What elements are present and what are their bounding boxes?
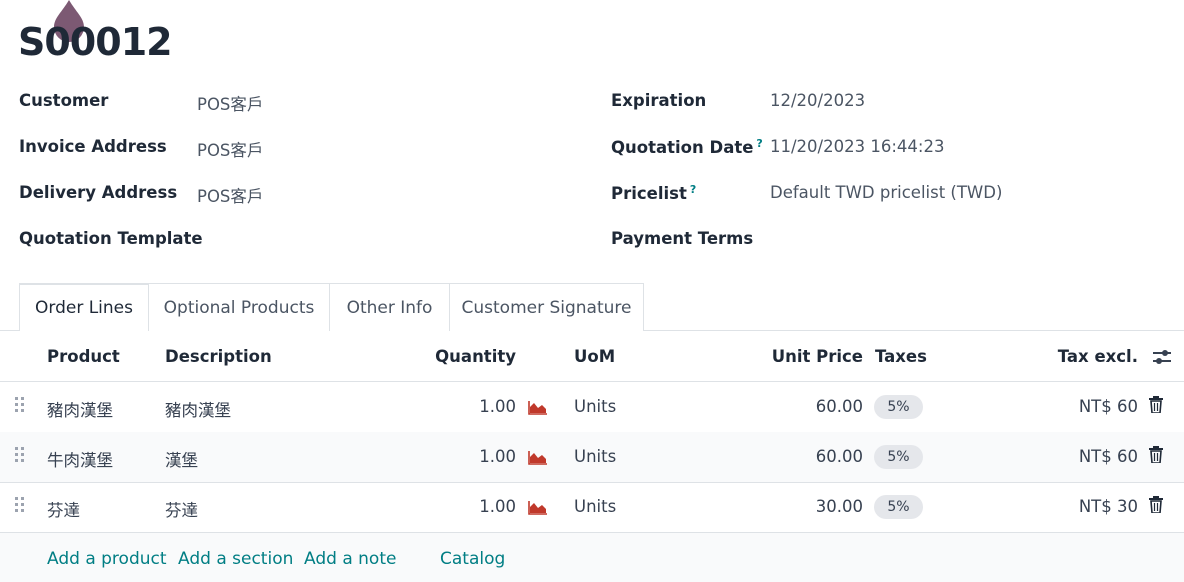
- row-uom[interactable]: Units: [574, 497, 616, 516]
- forecast-chart-icon[interactable]: [528, 400, 548, 415]
- column-taxes[interactable]: Taxes: [875, 347, 927, 366]
- row-product[interactable]: 豬肉漢堡: [47, 397, 113, 421]
- row-description[interactable]: 漢堡: [165, 447, 198, 471]
- tax-badge[interactable]: 5%: [874, 495, 923, 519]
- table-row[interactable]: 牛肉漢堡 漢堡 1.00 Units 60.00 5% NT$ 60: [0, 432, 1184, 483]
- trash-icon[interactable]: [1149, 446, 1163, 463]
- column-settings-icon[interactable]: [1152, 348, 1172, 366]
- forecast-chart-icon[interactable]: [528, 450, 548, 465]
- tab-order-lines[interactable]: Order Lines: [19, 283, 149, 332]
- drag-handle-icon[interactable]: [15, 497, 25, 513]
- row-description[interactable]: 芬達: [165, 497, 198, 521]
- customer-value[interactable]: POS客戶: [197, 91, 263, 115]
- column-product[interactable]: Product: [47, 347, 120, 366]
- column-tax-excl[interactable]: Tax excl.: [1018, 347, 1138, 366]
- column-unit-price[interactable]: Unit Price: [742, 347, 863, 366]
- pricelist-value[interactable]: Default TWD pricelist (TWD): [770, 183, 1002, 202]
- add-section-link[interactable]: Add a section: [178, 549, 293, 569]
- invoice-address-label: Invoice Address: [19, 137, 167, 156]
- customer-label: Customer: [19, 91, 109, 110]
- table-header: Product Description Quantity UoM Unit Pr…: [0, 331, 1184, 382]
- drag-handle-icon[interactable]: [15, 447, 25, 463]
- row-subtotal: NT$ 60: [1078, 447, 1138, 466]
- quotation-template-label: Quotation Template: [19, 229, 203, 248]
- drag-handle-icon[interactable]: [15, 397, 25, 413]
- tab-customer-signature[interactable]: Customer Signature: [450, 283, 644, 331]
- table-row[interactable]: 芬達 芬達 1.00 Units 30.00 5% NT$ 30: [0, 482, 1184, 533]
- row-quantity[interactable]: 1.00: [416, 397, 516, 416]
- row-product[interactable]: 牛肉漢堡: [47, 447, 113, 471]
- notebook-tabs: Order Lines Optional Products Other Info…: [0, 283, 1184, 332]
- quotation-date-label: Quotation Date?: [611, 137, 763, 157]
- table-row[interactable]: 豬肉漢堡 豬肉漢堡 1.00 Units 60.00 5% NT$ 60: [0, 382, 1184, 433]
- invoice-address-value[interactable]: POS客戶: [197, 137, 263, 161]
- delivery-address-value[interactable]: POS客戶: [197, 183, 263, 207]
- add-note-link[interactable]: Add a note: [304, 549, 396, 569]
- row-quantity[interactable]: 1.00: [416, 447, 516, 466]
- quotation-date-value[interactable]: 11/20/2023 16:44:23: [770, 137, 944, 156]
- record-title: S00012: [18, 20, 173, 64]
- column-quantity[interactable]: Quantity: [416, 347, 516, 366]
- column-uom[interactable]: UoM: [574, 347, 615, 366]
- row-subtotal: NT$ 30: [1078, 497, 1138, 516]
- row-subtotal: NT$ 60: [1078, 397, 1138, 416]
- trash-icon[interactable]: [1149, 496, 1163, 513]
- tab-optional-products[interactable]: Optional Products: [149, 283, 330, 331]
- add-product-link[interactable]: Add a product: [47, 549, 167, 569]
- quotation-date-help[interactable]: ?: [756, 137, 762, 150]
- row-unit-price[interactable]: 60.00: [742, 447, 863, 466]
- row-unit-price[interactable]: 30.00: [742, 497, 863, 516]
- row-description[interactable]: 豬肉漢堡: [165, 397, 231, 421]
- tax-badge[interactable]: 5%: [874, 445, 923, 469]
- column-description[interactable]: Description: [165, 347, 272, 366]
- row-product[interactable]: 芬達: [47, 497, 80, 521]
- row-uom[interactable]: Units: [574, 397, 616, 416]
- expiration-label: Expiration: [611, 91, 707, 110]
- pricelist-help[interactable]: ?: [690, 183, 696, 196]
- delivery-address-label: Delivery Address: [19, 183, 178, 202]
- row-unit-price[interactable]: 60.00: [742, 397, 863, 416]
- forecast-chart-icon[interactable]: [528, 500, 548, 515]
- expiration-value[interactable]: 12/20/2023: [770, 91, 865, 110]
- payment-terms-input[interactable]: [770, 229, 1110, 251]
- row-uom[interactable]: Units: [574, 447, 616, 466]
- tab-other-info[interactable]: Other Info: [330, 283, 450, 331]
- quotation-template-input[interactable]: [197, 229, 537, 251]
- pricelist-label: Pricelist?: [611, 183, 697, 203]
- trash-icon[interactable]: [1149, 396, 1163, 413]
- payment-terms-label: Payment Terms: [611, 229, 754, 248]
- catalog-button[interactable]: Catalog: [440, 549, 505, 569]
- tax-badge[interactable]: 5%: [874, 395, 923, 419]
- add-line-row: Add a product Add a section Add a note C…: [0, 533, 1184, 582]
- row-quantity[interactable]: 1.00: [416, 497, 516, 516]
